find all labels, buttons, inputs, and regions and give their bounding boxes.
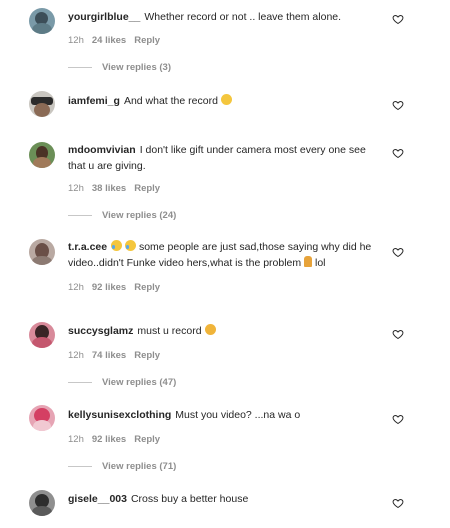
comment-text: mdoomvivian I don't like gift under camer… (68, 142, 368, 174)
comment-body: must u record (137, 325, 202, 337)
heart-icon[interactable] (392, 147, 404, 159)
comment-text: succysglamz must u record (68, 323, 383, 339)
reply-button[interactable]: Reply (134, 35, 160, 46)
comment-time: 12h (68, 434, 84, 445)
laughing-crying-emoji (125, 240, 137, 251)
laughing-crying-emoji (111, 240, 123, 251)
heart-icon[interactable] (392, 13, 404, 25)
avatar[interactable] (29, 490, 55, 516)
view-replies-label: View replies (3) (102, 62, 171, 73)
comment-username[interactable]: gisele__003 (68, 493, 127, 505)
reply-button[interactable]: Reply (134, 282, 160, 293)
heart-icon[interactable] (392, 413, 404, 425)
comment-text: kellysunisexclothing Must you video? ...n… (68, 407, 383, 423)
comment-meta: 12h 92 likes Reply (68, 434, 168, 445)
comment-text: t.r.a.cee some people are just sad,those… (68, 239, 386, 271)
comment-body: And what the record (123, 95, 218, 107)
sad-face-emoji (204, 324, 216, 335)
replies-divider (68, 66, 92, 68)
comment-likes[interactable]: 92 likes (92, 434, 126, 445)
smiling-face-emoji (220, 94, 232, 105)
comment-likes[interactable]: 92 likes (92, 282, 126, 293)
avatar[interactable] (29, 8, 55, 34)
view-replies-label: View replies (47) (102, 377, 177, 388)
reply-button[interactable]: Reply (134, 350, 160, 361)
avatar[interactable] (29, 142, 55, 168)
comment-body: Cross buy a better house (130, 493, 249, 505)
comment-text: gisele__003 Cross buy a better house (68, 491, 383, 507)
reply-button[interactable]: Reply (134, 434, 160, 445)
avatar[interactable] (29, 322, 55, 348)
comment-likes[interactable]: 38 likes (92, 183, 126, 194)
comment-likes[interactable]: 24 likes (92, 35, 126, 46)
comment-time: 12h (68, 35, 84, 46)
comment-body: Whether record or not .. leave them alon… (144, 11, 342, 23)
replies-divider (68, 465, 92, 467)
comment-likes[interactable]: 74 likes (92, 350, 126, 361)
replies-divider (68, 214, 92, 216)
shrug-emoji (304, 256, 313, 267)
heart-icon[interactable] (392, 328, 404, 340)
comment-body: Must you video? ...na wa o (175, 409, 301, 421)
comment-text: iamfemi_g And what the record (68, 93, 383, 109)
avatar[interactable] (29, 91, 55, 117)
view-replies-button[interactable]: View replies (47) (68, 377, 176, 388)
comment-username[interactable]: mdoomvivian (68, 144, 136, 156)
view-replies-label: View replies (24) (102, 210, 177, 221)
comment-meta: 12h 74 likes Reply (68, 350, 168, 361)
view-replies-label: View replies (71) (102, 461, 177, 472)
comment-meta: 12h 92 likes Reply (68, 282, 168, 293)
view-replies-button[interactable]: View replies (24) (68, 210, 176, 221)
comment-username[interactable]: t.r.a.cee (68, 241, 107, 253)
view-replies-button[interactable]: View replies (3) (68, 62, 171, 73)
comment-meta: 12h 38 likes Reply (68, 183, 168, 194)
comment-time: 12h (68, 350, 84, 361)
comment-time: 12h (68, 282, 84, 293)
comment-time: 12h (68, 183, 84, 194)
comment-username[interactable]: iamfemi_g (68, 95, 120, 107)
view-replies-button[interactable]: View replies (71) (68, 461, 176, 472)
comment-username[interactable]: kellysunisexclothing (68, 409, 171, 421)
heart-icon[interactable] (392, 246, 404, 258)
reply-button[interactable]: Reply (134, 183, 160, 194)
avatar[interactable] (29, 239, 55, 265)
replies-divider (68, 381, 92, 383)
heart-icon[interactable] (392, 497, 404, 509)
comment-text: yourgirlblue__ Whether record or not .. l… (68, 9, 383, 25)
avatar[interactable] (29, 405, 55, 431)
comment-meta: 12h 24 likes Reply (68, 35, 168, 46)
comment-username[interactable]: succysglamz (68, 325, 133, 337)
heart-icon[interactable] (392, 99, 404, 111)
comment-username[interactable]: yourgirlblue__ (68, 11, 140, 23)
comment-body-end: lol (314, 257, 326, 269)
